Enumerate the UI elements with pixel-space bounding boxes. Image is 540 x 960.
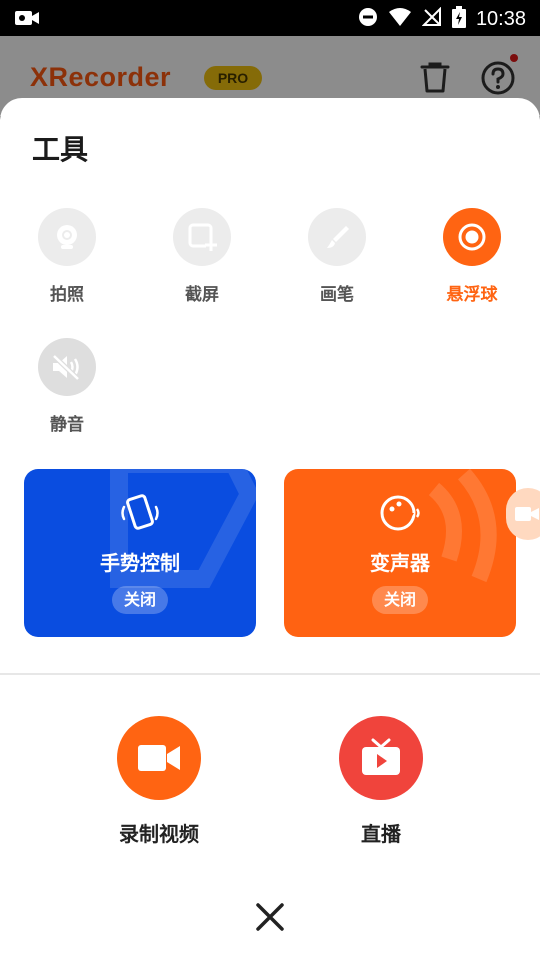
card-title: 变声器 xyxy=(370,551,430,575)
action-label: 直播 xyxy=(361,822,401,846)
tool-label: 静音 xyxy=(50,415,84,435)
tool-mute[interactable]: 静音 xyxy=(22,338,112,435)
tool-screenshot[interactable]: 截屏 xyxy=(157,208,247,305)
card-title: 手势控制 xyxy=(100,551,180,575)
shake-phone-icon xyxy=(24,491,256,535)
close-icon[interactable] xyxy=(253,900,287,934)
divider xyxy=(0,673,540,675)
tool-label: 截屏 xyxy=(185,285,219,305)
screen-record-icon xyxy=(14,8,40,32)
status-pill: 关闭 xyxy=(111,586,169,614)
tool-floating-ball[interactable]: 悬浮球 xyxy=(427,208,517,305)
tool-label: 拍照 xyxy=(50,285,84,305)
video-camera-icon xyxy=(117,716,201,800)
record-video-button[interactable]: 录制视频 xyxy=(79,716,239,847)
tools-sheet: 工具 拍照 截屏 画笔 悬浮球 静音 手势控制 关闭 变声器 关闭 录制视频 直… xyxy=(0,98,540,960)
mute-icon xyxy=(38,338,96,396)
tool-label: 悬浮球 xyxy=(446,285,498,305)
voice-changer-card[interactable]: 变声器 关闭 xyxy=(284,469,516,637)
status-pill: 关闭 xyxy=(371,586,429,614)
action-label: 录制视频 xyxy=(119,822,199,846)
floating-ball-icon xyxy=(443,208,501,266)
camera-icon xyxy=(38,208,96,266)
screenshot-icon xyxy=(173,208,231,266)
live-tv-icon xyxy=(339,716,423,800)
tool-label: 画笔 xyxy=(320,285,354,305)
video-camera-icon xyxy=(515,507,539,521)
voice-changer-icon xyxy=(284,491,516,535)
brush-icon xyxy=(308,208,366,266)
status-bar: 10:38 xyxy=(0,0,540,36)
clock: 10:38 xyxy=(475,7,526,30)
tool-camera[interactable]: 拍照 xyxy=(22,208,112,305)
battery-icon xyxy=(451,6,466,32)
floating-ball-handle[interactable] xyxy=(506,488,540,540)
dnd-icon xyxy=(358,7,378,31)
sheet-title: 工具 xyxy=(32,133,89,166)
gesture-control-card[interactable]: 手势控制 关闭 xyxy=(24,469,256,637)
no-signal-icon xyxy=(421,6,442,31)
wifi-icon xyxy=(388,7,412,31)
tool-brush[interactable]: 画笔 xyxy=(292,208,382,305)
live-button[interactable]: 直播 xyxy=(301,716,461,847)
